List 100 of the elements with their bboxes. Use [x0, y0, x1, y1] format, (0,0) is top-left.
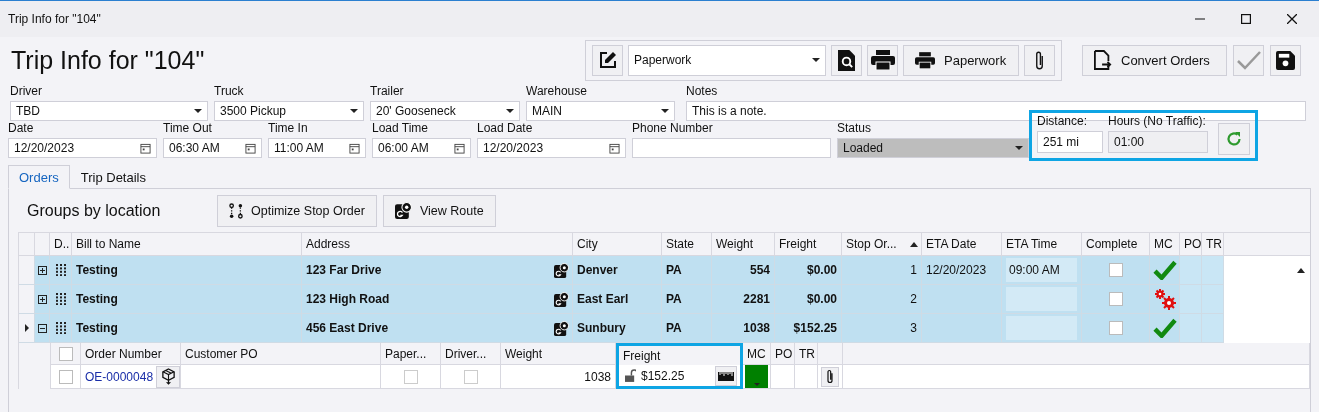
checkbox[interactable] — [58, 369, 73, 384]
dropdown-field[interactable]: TBD — [10, 101, 208, 121]
route-points-icon — [229, 202, 243, 219]
field-label: Trailer — [370, 84, 405, 99]
date-field[interactable]: 06:30 AM — [163, 138, 262, 158]
text-field[interactable]: 251 mi — [1037, 131, 1103, 153]
caret-icon[interactable] — [661, 109, 669, 113]
caret-icon[interactable] — [812, 58, 820, 62]
field-label: Load Time — [372, 121, 430, 136]
paperwork-dropdown[interactable]: Paperwork — [628, 44, 826, 76]
calendar-icon[interactable] — [609, 142, 620, 154]
refresh-button[interactable] — [1218, 123, 1250, 155]
map-pin-icon — [394, 202, 412, 219]
print-button[interactable] — [867, 44, 898, 76]
preview-button[interactable] — [831, 44, 862, 76]
field-label: Date — [8, 121, 35, 136]
printer-icon — [915, 51, 935, 69]
map-pin-icon[interactable] — [554, 320, 569, 336]
search-document-icon — [838, 49, 855, 71]
collapse-icon[interactable] — [37, 323, 47, 333]
field-label: Driver — [10, 84, 43, 99]
save-button[interactable] — [1270, 44, 1301, 76]
page-title: Trip Info for "104" — [11, 45, 206, 75]
sort-ascending-icon — [910, 242, 918, 247]
field-label: Truck — [214, 84, 245, 99]
table-cell: 1038 — [501, 365, 616, 389]
date-field[interactable]: 06:00 AM — [372, 138, 471, 158]
caret-icon[interactable] — [194, 109, 202, 113]
ruler-button[interactable] — [715, 365, 737, 386]
field-label: Phone Number — [632, 121, 714, 136]
field-label: Load Date — [477, 121, 534, 136]
field-label: Time In — [268, 121, 309, 136]
table-row[interactable]: Testing 123 Far Drive Denver PA 554 $0.00 1 12/20/2023 09:00 AM — [19, 256, 1310, 285]
checkmark-icon — [1152, 318, 1177, 338]
map-pin-icon[interactable] — [554, 262, 569, 278]
field-label: Status — [837, 121, 873, 136]
scroll-up-icon[interactable] — [1297, 268, 1305, 273]
table-cell-text: $152.25 — [641, 368, 686, 383]
gears-icon — [1153, 288, 1176, 310]
drag-handle-icon[interactable] — [55, 264, 66, 276]
row-header[interactable] — [19, 314, 35, 343]
save-icon — [1276, 50, 1295, 70]
calendar-icon[interactable] — [140, 142, 151, 154]
caret-icon[interactable] — [506, 109, 514, 113]
checkbox[interactable] — [1108, 292, 1123, 306]
time-field[interactable]: 09:00 AM — [1006, 258, 1077, 282]
color-dropdown[interactable] — [745, 365, 768, 388]
convert-orders-button[interactable]: Convert Orders — [1082, 44, 1227, 76]
package-button[interactable] — [156, 365, 180, 388]
checkbox[interactable] — [1108, 263, 1123, 277]
calendar-icon[interactable] — [245, 142, 256, 154]
maximize-icon[interactable] — [1241, 14, 1251, 24]
table-cell: PA — [662, 314, 712, 343]
caret-icon — [753, 383, 760, 386]
checkbox[interactable] — [463, 369, 478, 384]
date-field[interactable]: 11:00 AM — [268, 138, 366, 158]
view-route-button[interactable]: View Route — [382, 194, 496, 227]
date-field[interactable]: 12/20/2023 — [477, 138, 626, 158]
tab[interactable]: Orders — [8, 165, 70, 189]
table-row[interactable]: Testing 456 East Drive Sunbury PA 1038 $152.25 3 — [19, 314, 1310, 343]
paperwork-button[interactable]: Paperwork — [903, 44, 1019, 76]
calendar-icon[interactable] — [454, 142, 465, 154]
edit-icon — [597, 50, 618, 70]
dropdown-field[interactable]: MAIN — [526, 101, 675, 121]
paperclip-icon — [1034, 49, 1045, 71]
optimize-stop-order-button[interactable]: Optimize Stop Order — [217, 194, 377, 227]
expand-icon[interactable] — [37, 294, 47, 304]
window-title: Trip Info for "104" — [8, 12, 101, 26]
drag-handle-icon[interactable] — [55, 293, 66, 305]
caret-icon[interactable] — [350, 109, 358, 113]
text-field[interactable] — [632, 138, 831, 158]
paperclip-icon — [826, 369, 834, 384]
expand-icon[interactable] — [37, 265, 47, 275]
dropdown-field[interactable]: 20' Gooseneck — [370, 101, 520, 121]
unlocked-icon[interactable] — [625, 369, 636, 382]
edit-button[interactable] — [592, 44, 623, 76]
dropdown-field[interactable]: 3500 Pickup — [214, 101, 364, 121]
printer-icon — [870, 50, 895, 70]
field-label: Warehouse — [526, 84, 588, 99]
table-cell: 456 East Drive — [306, 321, 389, 335]
checkmark-icon — [1152, 260, 1177, 280]
field-label: Time Out — [163, 121, 213, 136]
attach-button[interactable] — [821, 366, 839, 387]
order-link[interactable]: OE-0000048 — [85, 369, 154, 384]
checkbox[interactable] — [58, 346, 73, 361]
table-cell: 123 Far Drive — [306, 263, 382, 277]
date-field[interactable]: 12/20/2023 — [8, 138, 157, 158]
map-pin-icon[interactable] — [554, 291, 569, 307]
table-row[interactable]: Testing 123 High Road East Earl PA 2281 $0.00 2 — [19, 285, 1310, 314]
checkmark-icon — [1236, 50, 1261, 70]
approve-button[interactable] — [1233, 44, 1264, 76]
checkbox[interactable] — [1108, 321, 1123, 335]
calendar-icon[interactable] — [349, 142, 360, 154]
attach-button[interactable] — [1024, 44, 1055, 76]
field-label: Notes — [686, 84, 719, 99]
tab[interactable]: Trip Details — [69, 165, 157, 189]
checkbox[interactable] — [403, 369, 418, 384]
close-icon[interactable] — [1287, 14, 1297, 24]
table-cell: 123 High Road — [306, 292, 390, 306]
drag-handle-icon[interactable] — [55, 322, 66, 334]
